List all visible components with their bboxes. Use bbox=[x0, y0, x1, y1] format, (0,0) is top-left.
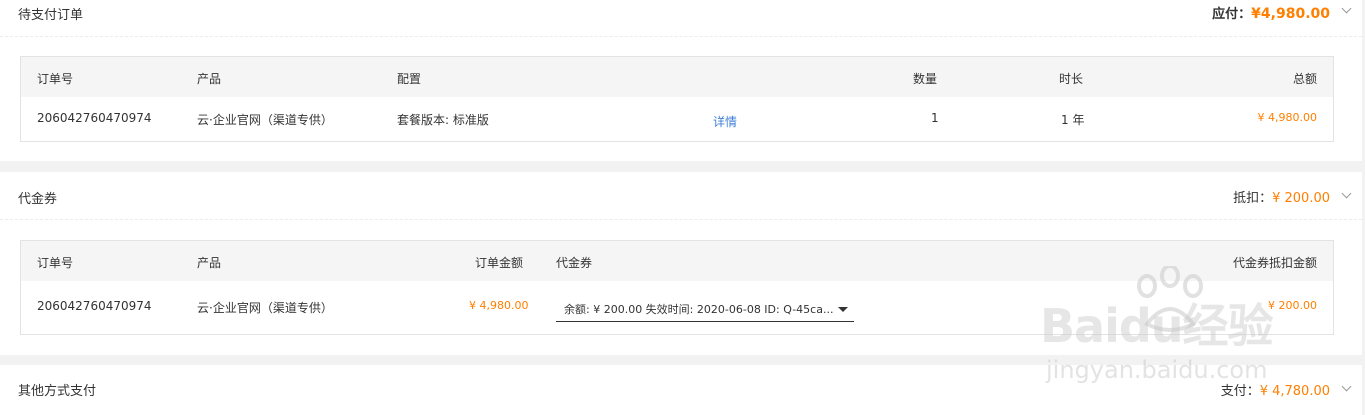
config-value: 套餐版本: 标准版 bbox=[397, 113, 489, 127]
header-order-no: 订单号 bbox=[37, 256, 74, 270]
order-amount-value: ¥ 4,980.00 bbox=[469, 299, 529, 312]
table-header: 订单号 产品 配置 数量 时长 总额 bbox=[21, 57, 1333, 97]
watermark-url: jingyan.baidu.com bbox=[1046, 356, 1268, 384]
caret-down-icon[interactable] bbox=[838, 307, 848, 312]
voucher-select[interactable]: 余额: ¥ 200.00 失效时间: 2020-06-08 ID: Q-45ca… bbox=[556, 297, 854, 322]
order-number: 206042760470974 bbox=[37, 299, 152, 313]
header-voucher: 代金券 bbox=[556, 256, 593, 270]
amount-due-value: ¥4,980.00 bbox=[1251, 6, 1330, 22]
amount-due: 应付：¥4,980.00 bbox=[1212, 3, 1330, 22]
product-name: 云·企业官网（渠道专供） bbox=[197, 301, 333, 315]
watermark-brand: Baidu经验 bbox=[1040, 299, 1274, 353]
details-link[interactable]: 详情 bbox=[713, 113, 737, 130]
deduction-label: 抵扣： bbox=[1233, 191, 1273, 206]
voucher-title: 代金券 bbox=[18, 192, 58, 207]
header-total: 总额 bbox=[1292, 72, 1317, 86]
product-name: 云·企业官网（渠道专供） bbox=[197, 113, 333, 127]
pay-label: 支付： bbox=[1220, 384, 1260, 399]
pending-orders-title: 待支付订单 bbox=[18, 8, 84, 23]
pending-orders-panel: 待支付订单 应付：¥4,980.00 订单号 产品 配置 数量 时长 总额 20… bbox=[0, 0, 1362, 161]
duration-value: 1 年 bbox=[1061, 113, 1085, 127]
voucher-deduction: 抵扣：¥ 200.00 bbox=[1233, 187, 1330, 206]
header-product: 产品 bbox=[197, 256, 222, 270]
divider bbox=[0, 36, 1362, 37]
deduction-value: ¥ 200.00 bbox=[1272, 191, 1330, 206]
header-product: 产品 bbox=[197, 72, 222, 86]
amount-due-label: 应付： bbox=[1212, 7, 1252, 22]
other-payment-title: 其他方式支付 bbox=[18, 384, 97, 399]
baidu-watermark: Baidu经验 jingyan.baidu.com bbox=[1040, 266, 1350, 386]
total-value: ¥ 4,980.00 bbox=[1257, 111, 1317, 124]
header-order-amount: 订单金额 bbox=[475, 256, 524, 270]
voucher-select-value: 余额: ¥ 200.00 失效时间: 2020-06-08 ID: Q-45ca… bbox=[564, 303, 834, 316]
order-number: 206042760470974 bbox=[37, 111, 152, 125]
divider bbox=[0, 219, 1362, 220]
chevron-down-icon[interactable] bbox=[1341, 3, 1352, 14]
chevron-down-icon[interactable] bbox=[1341, 188, 1352, 199]
header-duration: 时长 bbox=[1059, 72, 1084, 86]
pay-value: ¥ 4,780.00 bbox=[1259, 384, 1330, 399]
header-config: 配置 bbox=[397, 72, 422, 86]
header-order-no: 订单号 bbox=[37, 72, 74, 86]
pending-orders-table: 订单号 产品 配置 数量 时长 总额 206042760470974 云·企业官… bbox=[20, 56, 1334, 142]
quantity-value: 1 bbox=[931, 111, 939, 125]
header-qty: 数量 bbox=[913, 72, 938, 86]
